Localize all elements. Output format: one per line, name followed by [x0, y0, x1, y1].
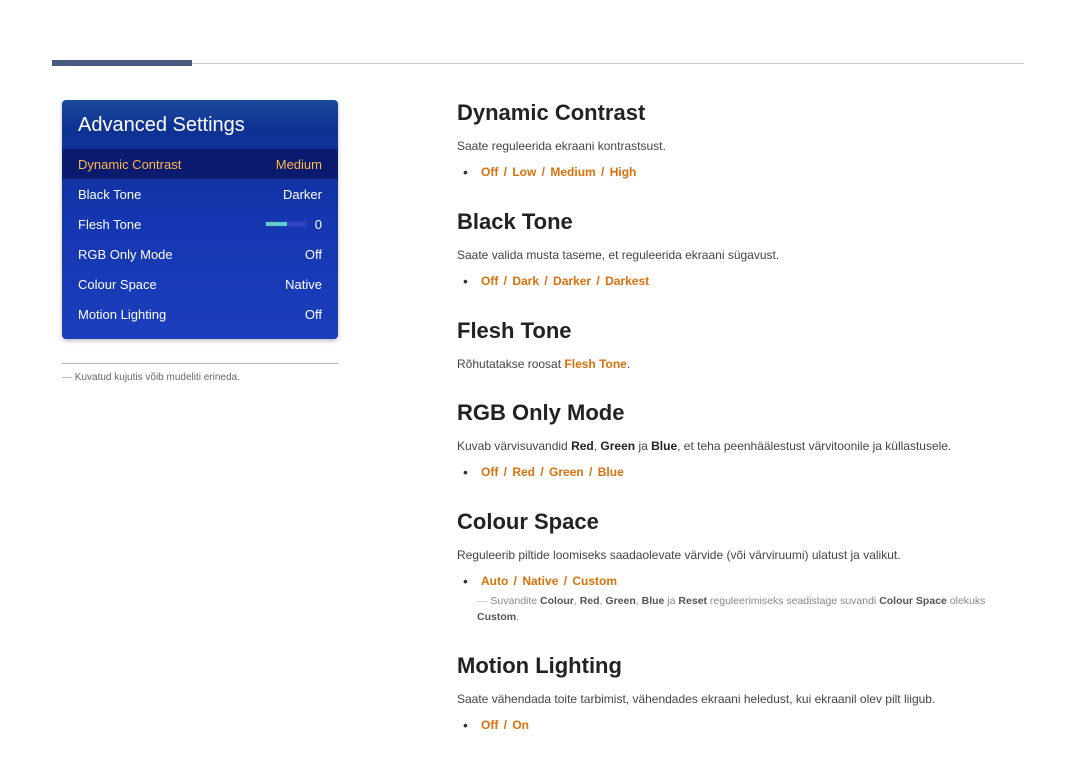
section-title: Colour Space	[457, 509, 1024, 535]
menu-item-motion-lighting[interactable]: Motion Lighting Off	[62, 299, 338, 329]
menu-item-flesh-tone[interactable]: Flesh Tone 0	[62, 209, 338, 239]
menu-value: Off	[305, 307, 322, 322]
menu-title: Advanced Settings	[62, 100, 338, 149]
section-title: RGB Only Mode	[457, 400, 1024, 426]
menu-value: Off	[305, 247, 322, 262]
section-subnote: Suvandite Colour, Red, Green, Blue ja Re…	[457, 594, 1024, 626]
section-title: Black Tone	[457, 209, 1024, 235]
section-desc: Saate reguleerida ekraani kontrastsust.	[457, 138, 1024, 155]
menu-value: Native	[285, 277, 322, 292]
menu-label: Flesh Tone	[78, 217, 141, 232]
slider-track	[265, 221, 307, 227]
option-list: Off / Red / Green / Blue	[477, 463, 1024, 481]
menu-label: Motion Lighting	[78, 307, 166, 322]
menu-label: Dynamic Contrast	[78, 157, 181, 172]
menu-value: Medium	[276, 157, 322, 172]
section-title: Flesh Tone	[457, 318, 1024, 344]
section-desc: Saate valida musta taseme, et reguleerid…	[457, 247, 1024, 264]
footnote-divider	[62, 363, 338, 364]
advanced-settings-panel: Advanced Settings Dynamic Contrast Mediu…	[62, 100, 338, 339]
option-list: Off / Dark / Darker / Darkest	[477, 272, 1024, 290]
section-flesh-tone: Flesh Tone Rõhutatakse roosat Flesh Tone…	[457, 318, 1024, 373]
section-desc: Kuvab värvisuvandid Red, Green ja Blue, …	[457, 438, 1024, 455]
footnote: Kuvatud kujutis võib mudeliti erineda.	[62, 372, 352, 383]
header-accent	[52, 60, 192, 66]
section-title: Dynamic Contrast	[457, 100, 1024, 126]
menu-value: 0	[315, 217, 322, 232]
menu-label: RGB Only Mode	[78, 247, 173, 262]
option-list: Off / On	[477, 716, 1024, 734]
menu-label: Colour Space	[78, 277, 157, 292]
section-desc: Reguleerib piltide loomiseks saadaolevat…	[457, 547, 1024, 564]
slider-fill	[266, 222, 287, 226]
menu-value: Darker	[283, 187, 322, 202]
section-desc: Rõhutatakse roosat Flesh Tone.	[457, 356, 1024, 373]
menu-item-colour-space[interactable]: Colour Space Native	[62, 269, 338, 299]
option-list: Auto / Native / Custom	[477, 572, 1024, 590]
section-motion-lighting: Motion Lighting Saate vähendada toite ta…	[457, 653, 1024, 734]
menu-item-dynamic-contrast[interactable]: Dynamic Contrast Medium	[62, 149, 338, 179]
menu-label: Black Tone	[78, 187, 141, 202]
menu-item-black-tone[interactable]: Black Tone Darker	[62, 179, 338, 209]
option-list: Off / Low / Medium / High	[477, 163, 1024, 181]
header-divider	[52, 63, 1024, 64]
section-rgb-only-mode: RGB Only Mode Kuvab värvisuvandid Red, G…	[457, 400, 1024, 481]
section-black-tone: Black Tone Saate valida musta taseme, et…	[457, 209, 1024, 290]
menu-item-rgb-only-mode[interactable]: RGB Only Mode Off	[62, 239, 338, 269]
section-dynamic-contrast: Dynamic Contrast Saate reguleerida ekraa…	[457, 100, 1024, 181]
section-title: Motion Lighting	[457, 653, 1024, 679]
section-colour-space: Colour Space Reguleerib piltide loomisek…	[457, 509, 1024, 625]
section-desc: Saate vähendada toite tarbimist, vähenda…	[457, 691, 1024, 708]
